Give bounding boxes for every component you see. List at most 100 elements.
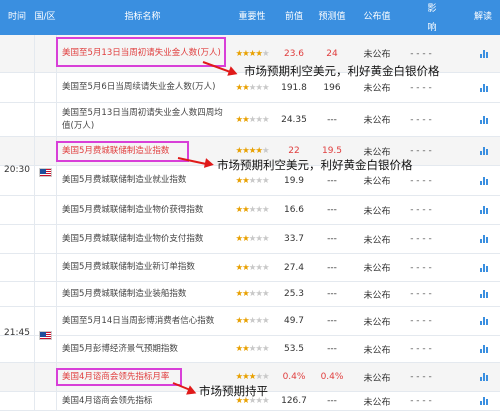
highlight-box [56, 141, 189, 162]
star-filled-icon: ★ [242, 289, 250, 299]
star-filled-icon: ★ [235, 175, 243, 186]
actual-value: 未公布 [363, 116, 391, 126]
group-time: 21:45 [4, 328, 30, 338]
star-empty-icon: ★ [261, 344, 270, 354]
highlight-box [56, 368, 182, 386]
table-row[interactable]: 美国5月彭博经济景气预期指数 ★ ★ ★ ★ ★ 53.5 --- 未公布 - - - - [0, 336, 500, 363]
header-importance: 重要性 [238, 12, 266, 22]
star-empty-icon: ★ [261, 262, 270, 273]
star-empty-icon: ★ [248, 205, 257, 215]
star-empty-icon: ★ [255, 289, 263, 299]
chart-button[interactable] [470, 282, 498, 306]
star-filled-icon: ★ [235, 82, 243, 93]
chart-button[interactable] [470, 166, 498, 195]
star-empty-icon: ★ [255, 175, 263, 186]
star-empty-icon: ★ [261, 48, 270, 59]
indicator-name: 美国至5月6日当周续请失业金人数(万人) [62, 82, 216, 92]
actual-value: 未公布 [363, 345, 391, 356]
star-empty-icon: ★ [255, 316, 263, 326]
header-impact-2: 响 [427, 23, 437, 33]
importance-stars: ★ ★ ★ ★ ★ [228, 196, 276, 224]
header-time: 时间 [7, 12, 26, 22]
forecast-value: --- [327, 396, 337, 406]
highlight-box [56, 37, 226, 67]
bar-chart-icon [480, 290, 488, 298]
star-filled-icon: ★ [235, 234, 243, 244]
annotation-text: 市场预期利空美元，利好黄金白银价格 [244, 64, 440, 78]
header-impact: 影 响 [425, 3, 439, 33]
bar-chart-icon [480, 206, 488, 214]
chart-button[interactable] [470, 137, 498, 165]
star-empty-icon: ★ [255, 262, 263, 273]
table-row[interactable]: 美国5月费城联储制造业装船指数 ★ ★ ★ ★ ★ 25.3 --- 未公布 - - - - [0, 282, 500, 307]
star-filled-icon: ★ [242, 344, 250, 354]
table-row[interactable]: 美国至5月14日当周彭博消费者信心指数 ★ ★ ★ ★ ★ 49.7 --- 未公布 - - - … [0, 307, 500, 336]
star-filled-icon: ★ [248, 372, 257, 382]
impact-value: - - - - [410, 344, 432, 354]
us-flag-icon [39, 331, 52, 340]
star-filled-icon: ★ [235, 289, 243, 299]
table-row[interactable]: 美国5月费城联储制造业物价获得指数 ★ ★ ★ ★ ★ 16.6 --- 未公布 - - - - [0, 196, 500, 225]
impact-value: - - - - [410, 289, 432, 299]
star-filled-icon: ★ [242, 114, 250, 125]
star-empty-icon: ★ [261, 205, 270, 215]
star-empty-icon: ★ [261, 234, 270, 244]
star-filled-icon: ★ [242, 175, 250, 186]
impact-value: - - - - [410, 205, 432, 215]
bar-chart-icon [480, 373, 488, 381]
forecast-value: --- [327, 289, 337, 299]
star-empty-icon: ★ [255, 234, 263, 244]
chart-button[interactable] [470, 73, 498, 102]
bar-chart-icon [480, 147, 488, 155]
table-header: 时间 国/区 指标名称 重要性 前值 预测值 公布值 影 响 解读 [0, 0, 500, 35]
chart-button[interactable] [470, 35, 498, 72]
forecast-value: --- [327, 262, 337, 273]
previous-value: 0.4% [282, 372, 306, 382]
forecast-value: --- [327, 316, 337, 326]
previous-value: 16.6 [283, 205, 305, 215]
star-empty-icon: ★ [248, 82, 257, 93]
previous-value: 49.7 [283, 316, 305, 326]
chart-button[interactable] [470, 196, 498, 224]
actual-value: 未公布 [363, 397, 391, 408]
impact-value: - - - - [410, 316, 432, 326]
us-flag-icon [39, 168, 52, 177]
star-empty-icon: ★ [248, 114, 257, 125]
star-empty-icon: ★ [255, 82, 263, 93]
importance-stars: ★ ★ ★ ★ ★ [228, 336, 276, 362]
chart-button[interactable] [470, 254, 498, 281]
star-filled-icon: ★ [248, 146, 257, 156]
chart-button[interactable] [470, 336, 498, 362]
impact-value: - - - - [410, 372, 432, 382]
impact-value: - - - - [410, 234, 432, 244]
chart-button[interactable] [470, 363, 498, 391]
star-empty-icon: ★ [255, 344, 263, 354]
star-filled-icon: ★ [242, 205, 250, 215]
indicator-name: 美国5月费城联储制造业物价获得指数 [62, 204, 204, 215]
importance-stars: ★ ★ ★ ★ ★ [228, 307, 276, 335]
table-row[interactable]: 美国5月费城联储制造业物价支付指数 ★ ★ ★ ★ ★ 33.7 --- 未公布 - - - - [0, 225, 500, 254]
chart-button[interactable] [470, 225, 498, 253]
star-empty-icon: ★ [261, 175, 270, 186]
star-filled-icon: ★ [255, 146, 263, 156]
star-empty-icon: ★ [261, 114, 270, 125]
star-filled-icon: ★ [242, 262, 250, 273]
star-filled-icon: ★ [242, 372, 250, 382]
star-empty-icon: ★ [248, 316, 257, 326]
table-row[interactable]: 美国至5月13日当周初请失业金人数四周均值(万人) ★ ★ ★ ★ ★ 24.35 --- 未公… [0, 103, 500, 137]
previous-value: 126.7 [281, 396, 307, 406]
star-filled-icon: ★ [242, 316, 250, 326]
star-filled-icon: ★ [235, 114, 243, 125]
bar-chart-icon [480, 317, 488, 325]
importance-stars: ★ ★ ★ ★ ★ [228, 103, 276, 136]
importance-stars: ★ ★ ★ ★ ★ [228, 225, 276, 253]
forecast-value: --- [327, 205, 337, 215]
chart-button[interactable] [470, 103, 498, 136]
group-time: 20:30 [4, 165, 30, 175]
table-row[interactable]: 美国5月费城联储制造业新订单指数 ★ ★ ★ ★ ★ 27.4 --- 未公布 - - - - [0, 254, 500, 282]
star-filled-icon: ★ [235, 372, 243, 382]
chart-button[interactable] [470, 307, 498, 335]
chart-button[interactable] [470, 392, 498, 410]
forecast-value: --- [327, 234, 337, 244]
bar-chart-icon [480, 345, 488, 353]
